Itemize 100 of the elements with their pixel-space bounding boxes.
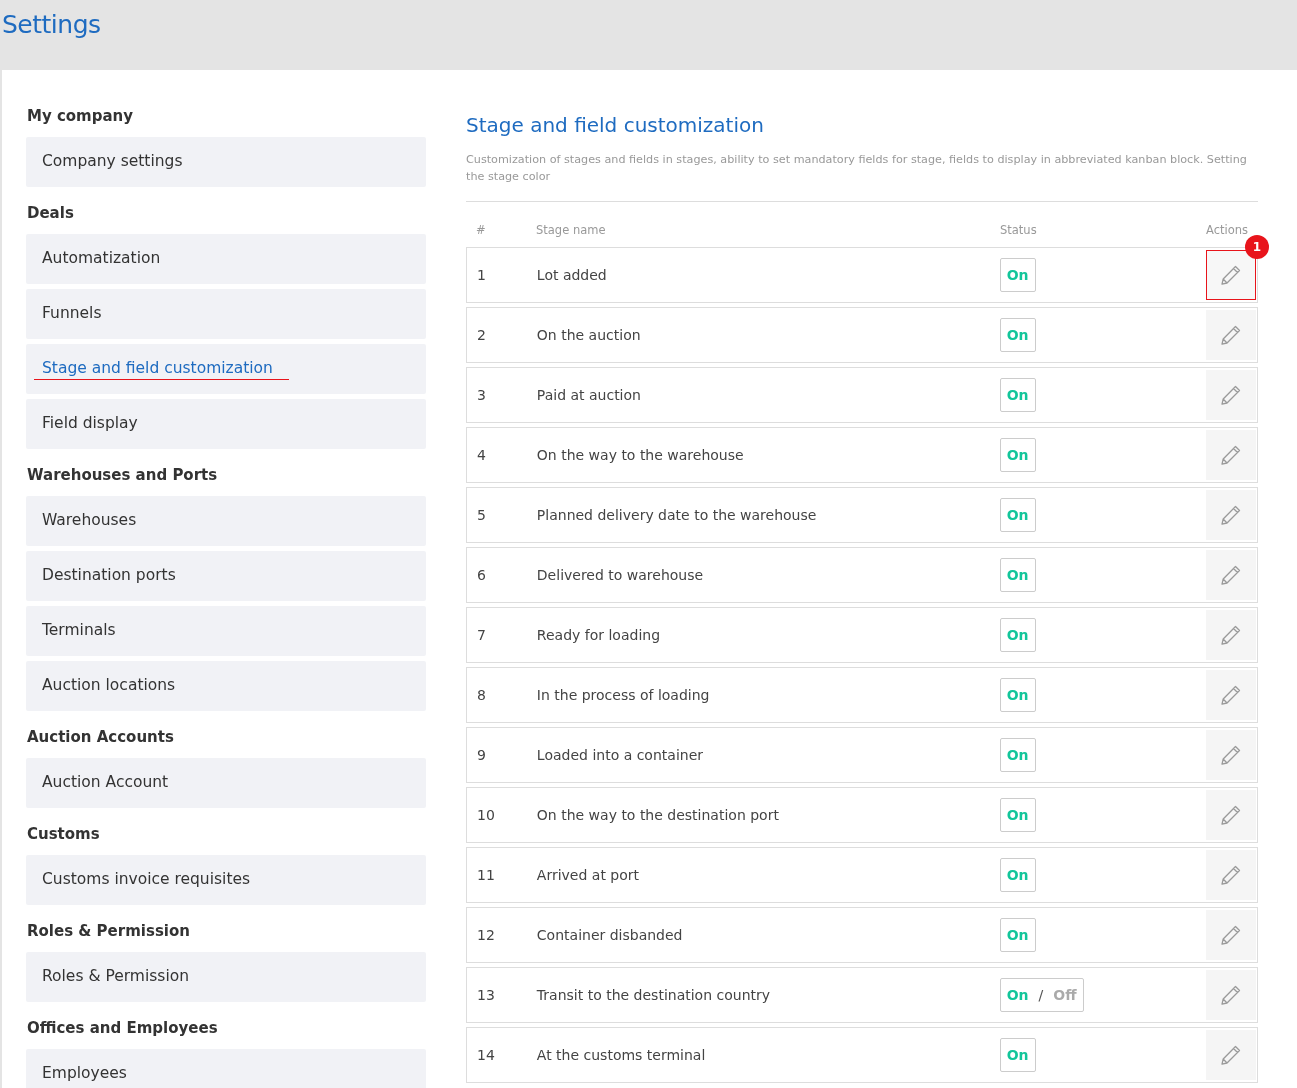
sidebar-item[interactable]: Employees <box>26 1049 426 1088</box>
pencil-icon <box>1220 504 1242 526</box>
edit-button[interactable] <box>1206 250 1256 300</box>
status-on-label: On <box>1006 747 1029 763</box>
pencil-icon <box>1220 444 1242 466</box>
status-on-label: On <box>1006 927 1029 943</box>
column-header: Status <box>1000 222 1038 237</box>
sidebar-item-label[interactable]: Stage and field customization <box>34 358 289 380</box>
stage-name: Ready for loading <box>536 627 662 643</box>
stage-name: On the way to the warehouse <box>536 447 745 463</box>
pencil-icon <box>1220 384 1242 406</box>
sidebar-item-label[interactable]: Automatization <box>42 249 161 269</box>
stage-name: On the way to the destination port <box>536 807 780 823</box>
section-heading: Customs <box>27 824 101 844</box>
sidebar-item[interactable]: Destination ports <box>26 551 426 601</box>
row-number: 5 <box>476 507 487 523</box>
row-number: 14 <box>476 1047 496 1063</box>
pencil-icon <box>1220 1044 1242 1066</box>
section-heading: Offices and Employees <box>27 1018 219 1038</box>
pencil-icon <box>1220 324 1242 346</box>
sidebar-item-label[interactable]: Terminals <box>42 621 116 641</box>
sidebar-item[interactable]: Auction locations <box>26 661 426 711</box>
stage-name: On the auction <box>536 327 642 343</box>
status-on-label: On <box>1006 987 1029 1003</box>
row-number: 1 <box>476 267 487 283</box>
pencil-icon <box>1220 624 1242 646</box>
status-off-label: Off <box>1053 987 1077 1003</box>
row-number: 12 <box>476 927 496 943</box>
sidebar-item-label[interactable]: Funnels <box>42 304 102 324</box>
stage-name: At the customs terminal <box>536 1047 707 1063</box>
section-title: Stage and field customization <box>466 112 765 139</box>
sidebar-item[interactable]: Company settings <box>26 137 426 187</box>
status-on-label: On <box>1006 327 1029 343</box>
section-description: Customization of stages and fields in stages, ability to set mandatory fields for stage, fields to display in abbreviated kanban block. Setting the stage color <box>466 152 1248 185</box>
sidebar-item-label[interactable]: Company settings <box>42 152 183 172</box>
row-number: 2 <box>476 327 487 343</box>
sidebar-item[interactable]: Terminals <box>26 606 426 656</box>
stage-name: Delivered to warehouse <box>536 567 705 583</box>
sidebar-item[interactable]: Automatization <box>26 234 426 284</box>
status-on-label: On <box>1006 447 1029 463</box>
stage-name: Arrived at port <box>536 867 641 883</box>
sidebar-item-label[interactable]: Customs invoice requisites <box>42 870 251 890</box>
row-number: 13 <box>476 987 496 1003</box>
stage-name: Planned delivery date to the warehouse <box>536 507 818 523</box>
row-number: 7 <box>476 627 487 643</box>
section-heading: My company <box>27 106 135 126</box>
row-number: 11 <box>476 867 496 883</box>
sidebar-item-label[interactable]: Employees <box>42 1064 127 1084</box>
stage-name: Container disbanded <box>536 927 684 943</box>
stage-name: Paid at auction <box>536 387 642 403</box>
status-on-label: On <box>1006 507 1029 523</box>
sidebar-item-label[interactable]: Auction Account <box>42 773 169 793</box>
row-number: 9 <box>476 747 487 763</box>
pencil-icon <box>1220 564 1242 586</box>
sidebar-item[interactable]: Customs invoice requisites <box>26 855 426 905</box>
sidebar-item-label[interactable]: Roles & Permission <box>42 967 189 987</box>
sidebar-item-label[interactable]: Field display <box>42 414 138 434</box>
status-on-label: On <box>1006 387 1029 403</box>
sidebar-item[interactable]: Auction Account <box>26 758 426 808</box>
pencil-icon <box>1220 744 1242 766</box>
sidebar-item[interactable]: Funnels <box>26 289 426 339</box>
column-header: Stage name <box>536 222 607 237</box>
status-on-label: On <box>1006 567 1029 583</box>
pencil-icon <box>1220 684 1242 706</box>
section-heading: Warehouses and Ports <box>27 465 219 485</box>
row-number: 6 <box>476 567 487 583</box>
sidebar-item[interactable]: Warehouses <box>26 496 426 546</box>
section-heading: Deals <box>27 203 75 223</box>
stage-name: Loaded into a container <box>536 747 704 763</box>
sidebar-item-label[interactable]: Destination ports <box>42 566 176 586</box>
column-header: # <box>475 222 487 237</box>
row-number: 10 <box>476 807 496 823</box>
pencil-icon <box>1220 924 1242 946</box>
sidebar-item[interactable]: Field display <box>26 399 426 449</box>
section-heading: Auction Accounts <box>27 727 175 747</box>
pencil-icon <box>1220 804 1242 826</box>
stage-name: In the process of loading <box>536 687 711 703</box>
status-on-label: On <box>1006 627 1029 643</box>
column-header: Actions <box>1205 222 1249 237</box>
row-number: 8 <box>476 687 487 703</box>
annotation-badge: 1 <box>1245 235 1269 259</box>
status-on-label: On <box>1006 267 1029 283</box>
sidebar-item-label[interactable]: Warehouses <box>42 511 137 531</box>
status-on-label: On <box>1006 867 1029 883</box>
section-heading: Roles & Permission <box>27 921 191 941</box>
pencil-icon <box>1220 264 1242 286</box>
stage-name: Transit to the destination country <box>536 987 772 1003</box>
row-number: 4 <box>476 447 487 463</box>
row-number: 3 <box>476 387 487 403</box>
pencil-icon <box>1220 864 1242 886</box>
sidebar-item[interactable]: Roles & Permission <box>26 952 426 1002</box>
pencil-icon <box>1220 984 1242 1006</box>
page-title: Settings <box>1 9 102 41</box>
sidebar-item-label[interactable]: Auction locations <box>42 676 176 696</box>
stage-name: Lot added <box>536 267 608 283</box>
sidebar-item[interactable]: Stage and field customization <box>26 344 426 394</box>
status-toggle[interactable]: On / Off <box>999 978 1084 1012</box>
status-on-label: On <box>1006 807 1029 823</box>
status-separator: / <box>1038 987 1044 1003</box>
status-on-label: On <box>1006 687 1029 703</box>
